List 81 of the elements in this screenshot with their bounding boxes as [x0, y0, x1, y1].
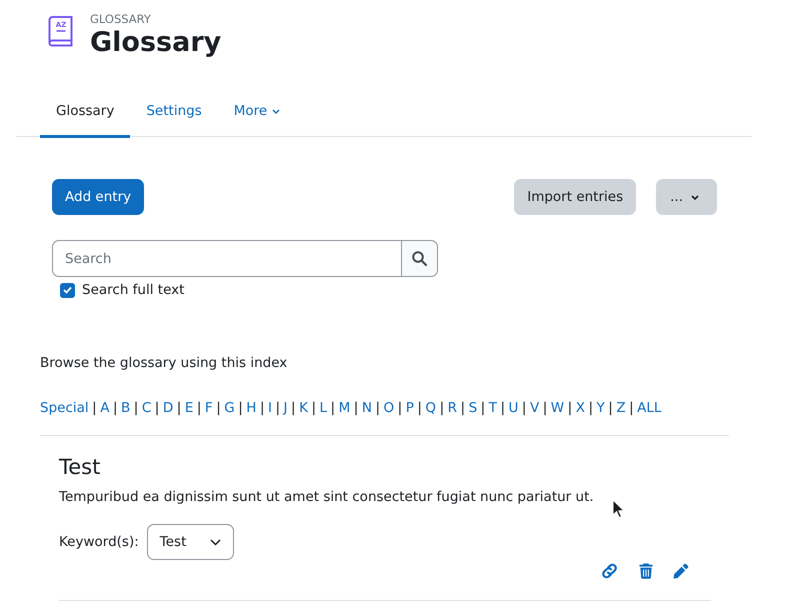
letter-separator: |: [588, 399, 594, 417]
keywords-label: Keyword(s):: [59, 534, 139, 550]
index-letter-link[interactable]: J: [284, 399, 288, 417]
keyword-select[interactable]: Test: [146, 524, 234, 560]
pencil-icon[interactable]: [673, 563, 689, 579]
caret-icon: [272, 108, 280, 114]
import-entries-button[interactable]: Import entries: [514, 179, 636, 215]
index-letter-link[interactable]: X: [576, 399, 585, 417]
index-letter-link[interactable]: L: [320, 399, 328, 417]
letter-separator: |: [216, 399, 221, 417]
letter-separator: |: [375, 399, 380, 417]
nav-tab[interactable]: Glossary: [40, 86, 130, 138]
letter-separator: |: [568, 399, 572, 417]
letter-separator: |: [238, 399, 243, 417]
index-letter-link[interactable]: Special: [40, 399, 89, 417]
letter-separator: |: [92, 399, 97, 417]
letter-separator: |: [176, 399, 182, 417]
index-letter-link[interactable]: K: [299, 399, 308, 417]
index-intro-text: Browse the glossary using this index: [40, 354, 288, 372]
letter-separator: |: [291, 399, 296, 417]
index-letter-link[interactable]: ALL: [637, 399, 662, 417]
letter-separator: |: [154, 399, 160, 417]
chain-link-icon[interactable]: [600, 563, 619, 579]
index-letter-link[interactable]: H: [246, 399, 256, 417]
checkbox[interactable]: [60, 282, 75, 298]
letter-separator: |: [354, 399, 358, 417]
index-letter-link[interactable]: P: [406, 399, 414, 417]
letter-separator: |: [134, 399, 138, 417]
index-letter-link[interactable]: C: [142, 399, 152, 417]
letter-separator: |: [608, 399, 613, 417]
letter-separator: |: [542, 399, 548, 417]
entry-term: Test: [59, 454, 100, 481]
letter-separator: |: [112, 399, 118, 417]
index-letter-link[interactable]: T: [488, 399, 497, 417]
letter-separator: |: [196, 399, 202, 417]
letter-separator: |: [480, 399, 486, 417]
index-letter-link[interactable]: G: [224, 399, 235, 417]
caret-icon: [691, 194, 699, 200]
index-letter-link[interactable]: M: [338, 399, 350, 417]
search-field[interactable]: Search: [52, 240, 402, 277]
add-entry-button[interactable]: Add entry: [52, 179, 144, 215]
page-context-label: GLOSSARY: [90, 12, 151, 26]
letter-separator: |: [460, 399, 466, 417]
index-letter-link[interactable]: O: [384, 399, 394, 417]
mouse-pointer-icon: [612, 499, 625, 519]
letter-separator: |: [417, 399, 422, 417]
letter-separator: |: [260, 399, 264, 417]
index-letter-link[interactable]: D: [162, 399, 174, 417]
checkbox-label: Search full text: [82, 281, 184, 299]
nav-tab[interactable]: Settings: [130, 86, 218, 138]
index-letter-link[interactable]: W: [550, 399, 564, 417]
letter-separator: |: [629, 399, 634, 417]
entry-definition: Tempuribud ea dignissim sunt ut amet sint consectetur fugiat nunc pariatur ut.: [59, 488, 594, 507]
nav-tab[interactable]: More: [218, 86, 296, 138]
search-button[interactable]: [401, 240, 438, 277]
index-letter-link[interactable]: B: [121, 399, 130, 417]
page-title: Glossary: [90, 26, 222, 60]
letter-separator: |: [275, 399, 280, 417]
index-letter-link[interactable]: S: [468, 399, 478, 417]
index-letter-link[interactable]: Y: [596, 399, 605, 417]
index-letter-link[interactable]: E: [184, 399, 194, 417]
chevron-down-icon: [210, 538, 221, 546]
index-letter-link[interactable]: N: [362, 399, 372, 417]
letter-separator: |: [398, 399, 402, 417]
search-icon: [412, 251, 427, 266]
index-letter-link[interactable]: U: [508, 399, 518, 417]
index-letter-link[interactable]: V: [530, 399, 540, 417]
index-letter-link[interactable]: Z: [616, 399, 626, 417]
letter-separator: |: [311, 399, 316, 417]
checkmark-icon: [63, 286, 72, 294]
index-letter-link[interactable]: A: [100, 399, 110, 417]
index-letter-link[interactable]: F: [204, 399, 213, 417]
index-letter-link[interactable]: R: [448, 399, 458, 417]
letter-separator: |: [500, 399, 506, 417]
letter-separator: |: [522, 399, 526, 417]
index-letter-link[interactable]: Q: [425, 399, 436, 417]
letter-separator: |: [440, 399, 444, 417]
more-actions-button[interactable]: ...: [656, 179, 717, 215]
index-letter-link[interactable]: I: [268, 399, 272, 417]
letter-separator: |: [330, 399, 336, 417]
trash-icon[interactable]: [639, 563, 653, 579]
